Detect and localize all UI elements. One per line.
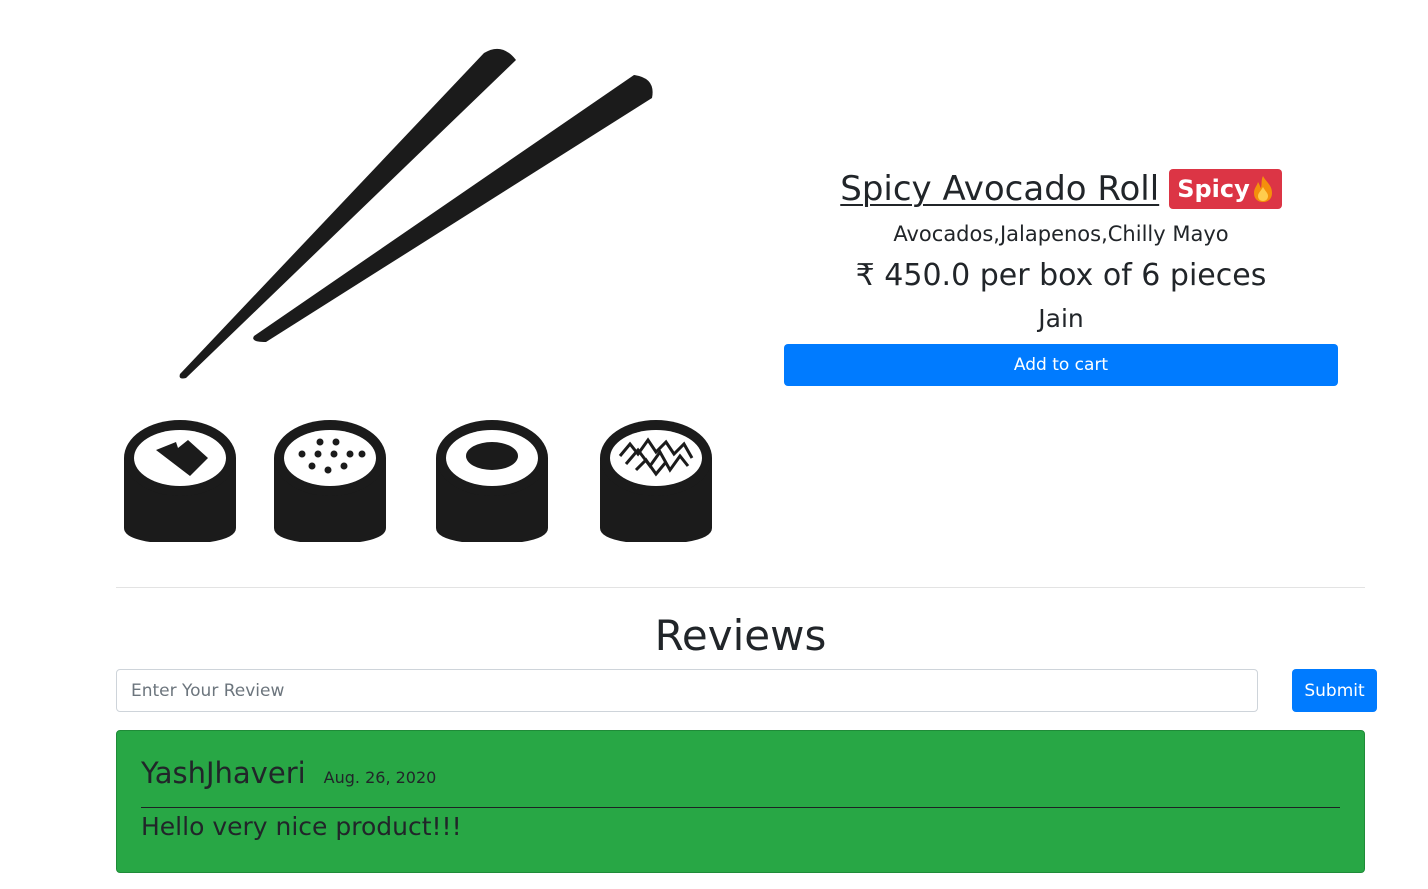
sushi-piece-3 (436, 420, 548, 542)
product-title-link[interactable]: Spicy Avocado Roll (840, 167, 1159, 211)
sushi-piece-4 (600, 420, 712, 542)
product-detail-page: Spicy Avocado Roll Spicy Avocados,Jalape… (0, 0, 1428, 889)
review-input[interactable] (116, 669, 1258, 712)
reviews-heading: Reviews (654, 611, 827, 660)
spicy-badge-label: Spicy (1177, 175, 1250, 203)
spicy-badge: Spicy (1169, 169, 1282, 209)
product-price: ₹ 450.0 per box of 6 pieces (855, 258, 1267, 293)
review-header: YashJhaveri Aug. 26, 2020 (141, 753, 1340, 808)
review-card: YashJhaveri Aug. 26, 2020 Hello very nic… (116, 730, 1365, 873)
sushi-piece-2 (274, 420, 386, 542)
review-date: Aug. 26, 2020 (323, 768, 437, 787)
product-ingredients: Avocados,Jalapenos,Chilly Mayo (893, 222, 1229, 246)
submit-review-button[interactable]: Submit (1292, 669, 1377, 712)
section-divider (116, 587, 1365, 588)
fire-icon (1253, 176, 1272, 202)
product-diet: Jain (1038, 304, 1084, 333)
sushi-piece-1 (124, 420, 236, 542)
review-text: Hello very nice product!!! (141, 812, 462, 841)
sushi-chopsticks-icon (124, 48, 712, 542)
review-author: YashJhaveri (141, 756, 306, 790)
add-to-cart-button[interactable]: Add to cart (784, 344, 1338, 386)
title-row: Spicy Avocado Roll Spicy (784, 162, 1338, 216)
product-info: Spicy Avocado Roll Spicy Avocados,Jalape… (784, 162, 1338, 386)
